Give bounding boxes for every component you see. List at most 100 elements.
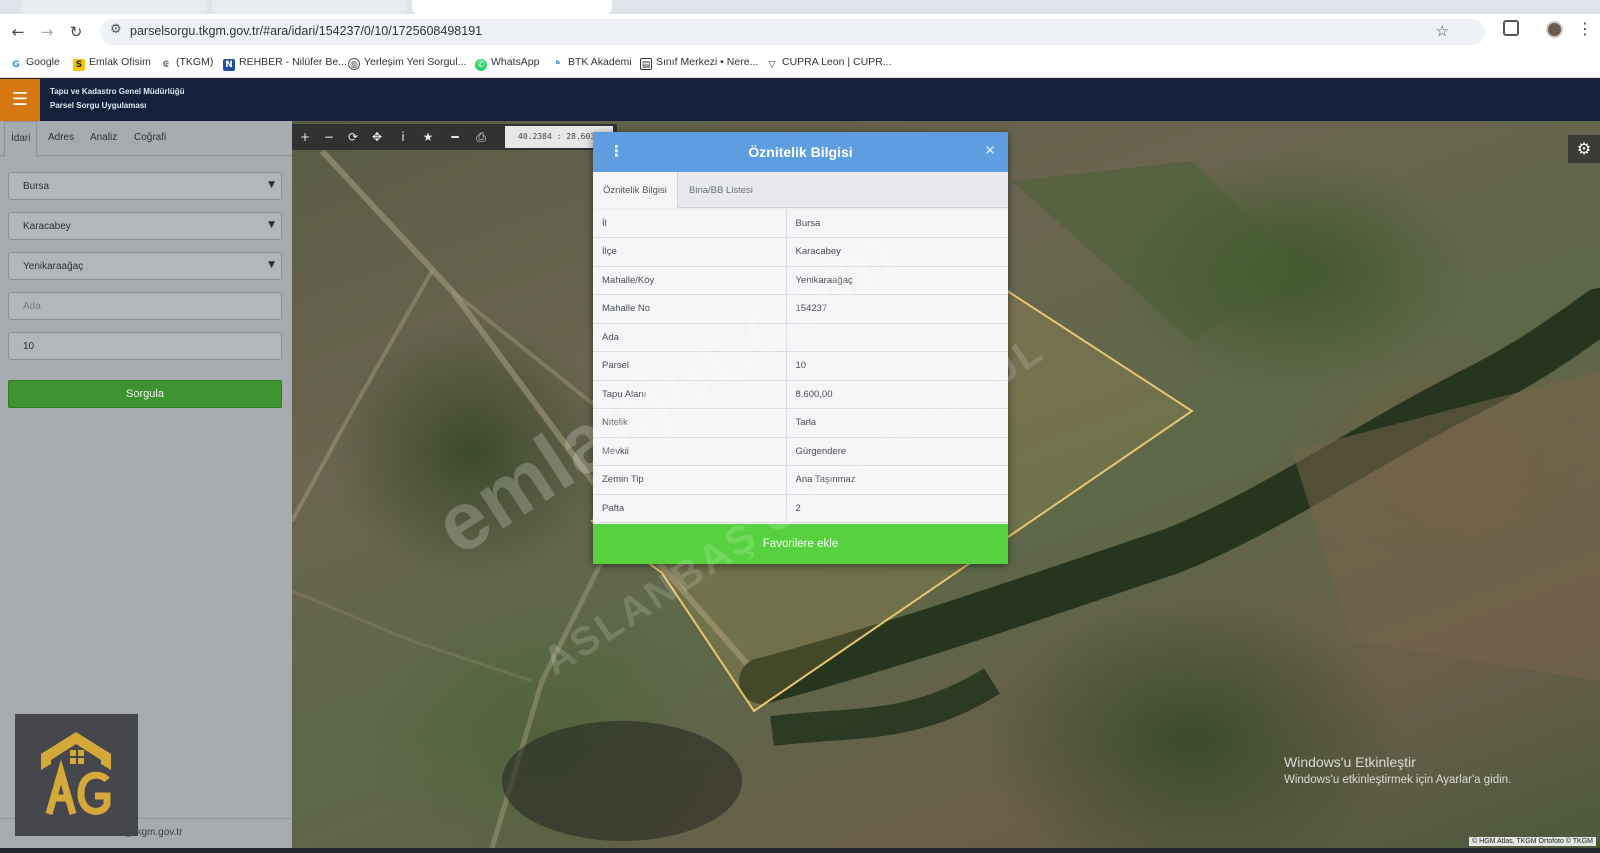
attribute-value: 8.600,00: [786, 380, 1008, 409]
bookmark-star-icon[interactable]: ☆: [1436, 22, 1449, 40]
popup-title: Öznitelik Bilgisi: [748, 144, 853, 160]
province-value: Bursa: [23, 181, 50, 192]
parsel-input[interactable]: 10: [8, 332, 282, 360]
table-row: Tapu Alanı 8.600,00: [593, 380, 1008, 409]
bookmark-label: (TKGM): [176, 56, 214, 68]
tab-bina-listesi[interactable]: Bina/BB Listesi: [679, 172, 763, 208]
table-row: Ada: [593, 323, 1008, 352]
close-icon[interactable]: ✕: [984, 143, 996, 159]
attribute-value: Bursa: [786, 209, 1008, 238]
tkgm-icon: ₢: [162, 60, 170, 70]
bookmark-cupra[interactable]: ▽ CUPRA Leon | CUPR...: [766, 56, 892, 71]
bookmarks-bar: G Google S Emlak Ofisim ₢ (TKGM) N REHBER - …: [0, 50, 1600, 78]
browser-toolbar: ← → ↻ ⚙ parselsorgu.tkgm.gov.tr/#ara/ida…: [0, 14, 1600, 50]
attribute-value: Yenikaraağaç: [786, 266, 1008, 295]
attribute-key: Mahalle/Köy: [593, 266, 787, 295]
bookmark-sinif-merkezi[interactable]: ▤ Sınıf Merkezi • Nere...: [640, 56, 758, 70]
attribute-key: Pafta: [593, 494, 787, 523]
bookmark-google[interactable]: G Google: [10, 56, 60, 71]
province-select[interactable]: Bursa ▼: [8, 172, 282, 200]
map-toolbar: + − ⟳ ✥ i ★ ━ ⎙ 40.2384 : 28.6030: [292, 124, 617, 150]
extensions-icon[interactable]: [1503, 20, 1519, 36]
whatsapp-icon: ✆: [475, 59, 487, 71]
address-bar[interactable]: ⚙ parselsorgu.tkgm.gov.tr/#ara/idari/154…: [100, 19, 1485, 45]
bookmark-label: REHBER - Nilüfer Be...: [239, 56, 347, 68]
n-logo-icon: N: [223, 59, 235, 71]
agency-logo: [15, 714, 138, 836]
bookmark-tkgm[interactable]: ₢ (TKGM): [160, 56, 213, 71]
zoom-in-icon[interactable]: +: [295, 127, 315, 147]
table-row: Pafta 2: [593, 494, 1008, 523]
neighborhood-value: Yenikaraağaç: [23, 261, 84, 272]
profile-avatar[interactable]: [1546, 21, 1563, 38]
print-icon[interactable]: ⎙: [471, 127, 491, 147]
district-select[interactable]: Karacabey ▼: [8, 212, 282, 240]
neighborhood-select[interactable]: Yenikaraağaç ▼: [8, 252, 282, 280]
attribute-key: Zemin Tip: [593, 465, 787, 495]
bookmark-label: WhatsApp: [491, 56, 540, 68]
popup-tabs: Öznitelik Bilgisi Bina/BB Listesi: [593, 172, 1008, 208]
site-info-icon[interactable]: ⚙: [110, 22, 122, 37]
measure-icon[interactable]: ━: [445, 127, 465, 147]
bookmark-label: Google: [26, 56, 60, 68]
bookmark-label: BTK Akademi: [568, 56, 632, 68]
google-icon: G: [12, 60, 20, 70]
bookmark-rehber[interactable]: N REHBER - Nilüfer Be...: [223, 56, 347, 71]
cupra-icon: ▽: [768, 60, 776, 70]
browser-tab[interactable]: [212, 0, 407, 14]
district-value: Karacabey: [23, 221, 71, 232]
bookmark-emlak-ofisim[interactable]: S Emlak Ofisim: [73, 56, 151, 71]
attribute-value: 2: [786, 494, 1008, 523]
table-row: Parsel 10: [593, 351, 1008, 381]
bookmark-label: Sınıf Merkezi • Nere...: [656, 56, 759, 68]
refresh-icon[interactable]: ⟳: [343, 127, 363, 147]
attribute-key: Tapu Alanı: [593, 380, 787, 409]
tab-cografi[interactable]: Coğrafi: [134, 132, 166, 143]
browser-menu-icon[interactable]: ⋮: [1577, 19, 1593, 38]
reload-icon[interactable]: ↻: [66, 22, 86, 42]
tab-oznitelik-bilgisi[interactable]: Öznitelik Bilgisi: [593, 172, 678, 208]
btk-icon: ᵇ: [555, 60, 561, 70]
attribute-key: İl: [593, 209, 787, 238]
info-icon[interactable]: i: [393, 127, 413, 147]
gear-icon[interactable]: ⚙: [1568, 135, 1600, 163]
map-attribution: © HGM Atlas, TKGM Ortofoto © TKGM: [1469, 837, 1596, 846]
forward-icon[interactable]: →: [37, 22, 57, 42]
tab-idari[interactable]: İdari: [4, 121, 38, 157]
browser-tab[interactable]: [22, 0, 207, 14]
attribute-popup: ⋮ Öznitelik Bilgisi ✕ Öznitelik Bilgisi …: [593, 132, 1008, 564]
attribute-key: Mahalle No: [593, 294, 787, 324]
popup-header: ⋮ Öznitelik Bilgisi ✕: [593, 132, 1008, 172]
house-logo-icon: [41, 732, 111, 815]
ada-input[interactable]: Ada: [8, 292, 282, 320]
attribute-value: Karacabey: [786, 237, 1008, 267]
tab-analiz[interactable]: Analiz: [90, 132, 117, 143]
windows-activation-title: Windows'u Etkinleştir: [1284, 754, 1416, 770]
attribute-value: 154237: [786, 294, 1008, 324]
sidebar-tabs: İdari Adres Analiz Coğrafi: [0, 121, 292, 157]
attribute-table: İl Bursa İlçe Karacabey Mahalle/Köy Yenikar…: [593, 209, 1008, 523]
table-row: Zemin Tip Ana Taşınmaz: [593, 465, 1008, 495]
table-row: Mahalle/Köy Yenikaraağaç: [593, 266, 1008, 295]
query-button[interactable]: Sorgula: [8, 380, 282, 408]
bookmark-label: CUPRA Leon | CUPR...: [782, 56, 892, 68]
hamburger-menu-icon[interactable]: ☰: [0, 79, 40, 121]
bookmark-btk[interactable]: ᵇ BTK Akademi: [552, 56, 632, 71]
favorite-star-icon[interactable]: ★: [418, 127, 438, 147]
bookmark-yerlesim[interactable]: ◍ Yerleşim Yeri Sorgul...: [348, 56, 466, 70]
tab-adres[interactable]: Adres: [48, 132, 74, 143]
browser-tab-active[interactable]: [412, 0, 612, 14]
app-name: Parsel Sorgu Uygulaması: [50, 101, 147, 110]
app-header: ☰ Tapu ve Kadastro Genel Müdürlüğü Parse…: [0, 79, 1600, 121]
gov-icon: ◍: [348, 58, 360, 70]
zoom-out-icon[interactable]: −: [319, 127, 339, 147]
pan-icon[interactable]: ✥: [367, 127, 387, 147]
attribute-value: Gürgendere: [786, 437, 1008, 466]
attribute-key: Nitelik: [593, 408, 787, 438]
back-icon[interactable]: ←: [8, 22, 28, 42]
add-to-favorites-button[interactable]: Favorilere ekle: [593, 524, 1008, 564]
s-logo-icon: S: [73, 59, 85, 71]
url-text[interactable]: parselsorgu.tkgm.gov.tr/#ara/idari/15423…: [130, 24, 482, 38]
chevron-down-icon: ▼: [268, 260, 275, 270]
bookmark-whatsapp[interactable]: ✆ WhatsApp: [475, 56, 539, 71]
